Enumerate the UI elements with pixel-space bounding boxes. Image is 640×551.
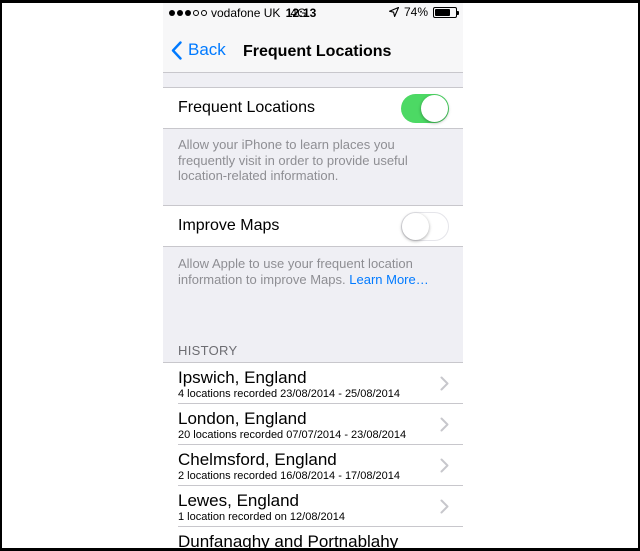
improve-maps-cell: Improve Maps [163,205,463,247]
history-row-subtitle: 2 locations recorded 16/08/2014 - 17/08/… [178,470,400,482]
chevron-right-icon [440,376,449,391]
navigation-bar: Back Frequent Locations [163,31,463,71]
history-row[interactable]: Ipswich, England 4 locations recorded 23… [163,363,463,404]
history-row[interactable]: London, England 20 locations recorded 07… [163,404,463,445]
signal-dot [201,10,207,16]
frequent-locations-footer: Allow your iPhone to learn places you fr… [178,137,408,183]
improve-maps-toggle[interactable] [401,212,449,241]
history-row-subtitle: 1 location recorded on 12/08/2014 [178,511,345,523]
history-row[interactable]: Chelmsford, England 2 locations recorded… [163,445,463,486]
back-button[interactable]: Back [171,40,226,60]
toggle-knob [402,213,429,240]
signal-dot [185,10,191,16]
page-title: Frequent Locations [243,43,392,60]
learn-more-link[interactable]: Learn More… [349,272,428,287]
history-row-title: Chelmsford, England [178,450,337,469]
signal-dot [169,10,175,16]
network-type: 4G [290,6,307,20]
status-bar: vodafone UK 4G 12:13 74% [163,3,463,23]
history-row-title: Lewes, England [178,491,299,510]
history-row-title: Ipswich, England [178,368,307,387]
history-row[interactable]: Dunfanaghy and Portnablahy [163,527,463,548]
chevron-right-icon [440,499,449,514]
toggle-knob [421,95,448,122]
history-row-subtitle: 20 locations recorded 07/07/2014 - 23/08… [178,429,407,441]
phone-screen: vodafone UK 4G 12:13 74% Back Frequent L… [163,3,463,548]
frequent-locations-label: Frequent Locations [178,99,315,116]
status-left: vodafone UK 4G [169,6,306,20]
history-list: Ipswich, England 4 locations recorded 23… [163,362,463,548]
back-label: Back [188,40,226,59]
improve-maps-label: Improve Maps [178,217,280,234]
status-right: 74% [388,5,459,19]
history-row-title: Dunfanaghy and Portnablahy [178,532,399,548]
chevron-left-icon [171,40,182,60]
history-row-title: London, England [178,409,307,428]
signal-dot [193,10,199,16]
signal-dot [177,10,183,16]
frequent-locations-toggle[interactable] [401,94,449,123]
signal-strength-icon [169,10,207,16]
chevron-right-icon [440,417,449,432]
improve-maps-footer: Allow Apple to use your frequent locatio… [178,256,453,287]
battery-icon [433,6,459,18]
frequent-locations-cell: Frequent Locations [163,87,463,129]
history-section-header: HISTORY [178,343,238,358]
history-row-subtitle: 4 locations recorded 23/08/2014 - 25/08/… [178,388,400,400]
location-arrow-icon [388,7,399,17]
carrier-name: vodafone UK [211,6,281,20]
screenshot-frame: vodafone UK 4G 12:13 74% Back Frequent L… [2,3,638,548]
battery-percent: 74% [403,5,428,19]
history-row[interactable]: Lewes, England 1 location recorded on 12… [163,486,463,527]
top-bar: vodafone UK 4G 12:13 74% Back Frequent L… [163,3,463,73]
chevron-right-icon [440,458,449,473]
